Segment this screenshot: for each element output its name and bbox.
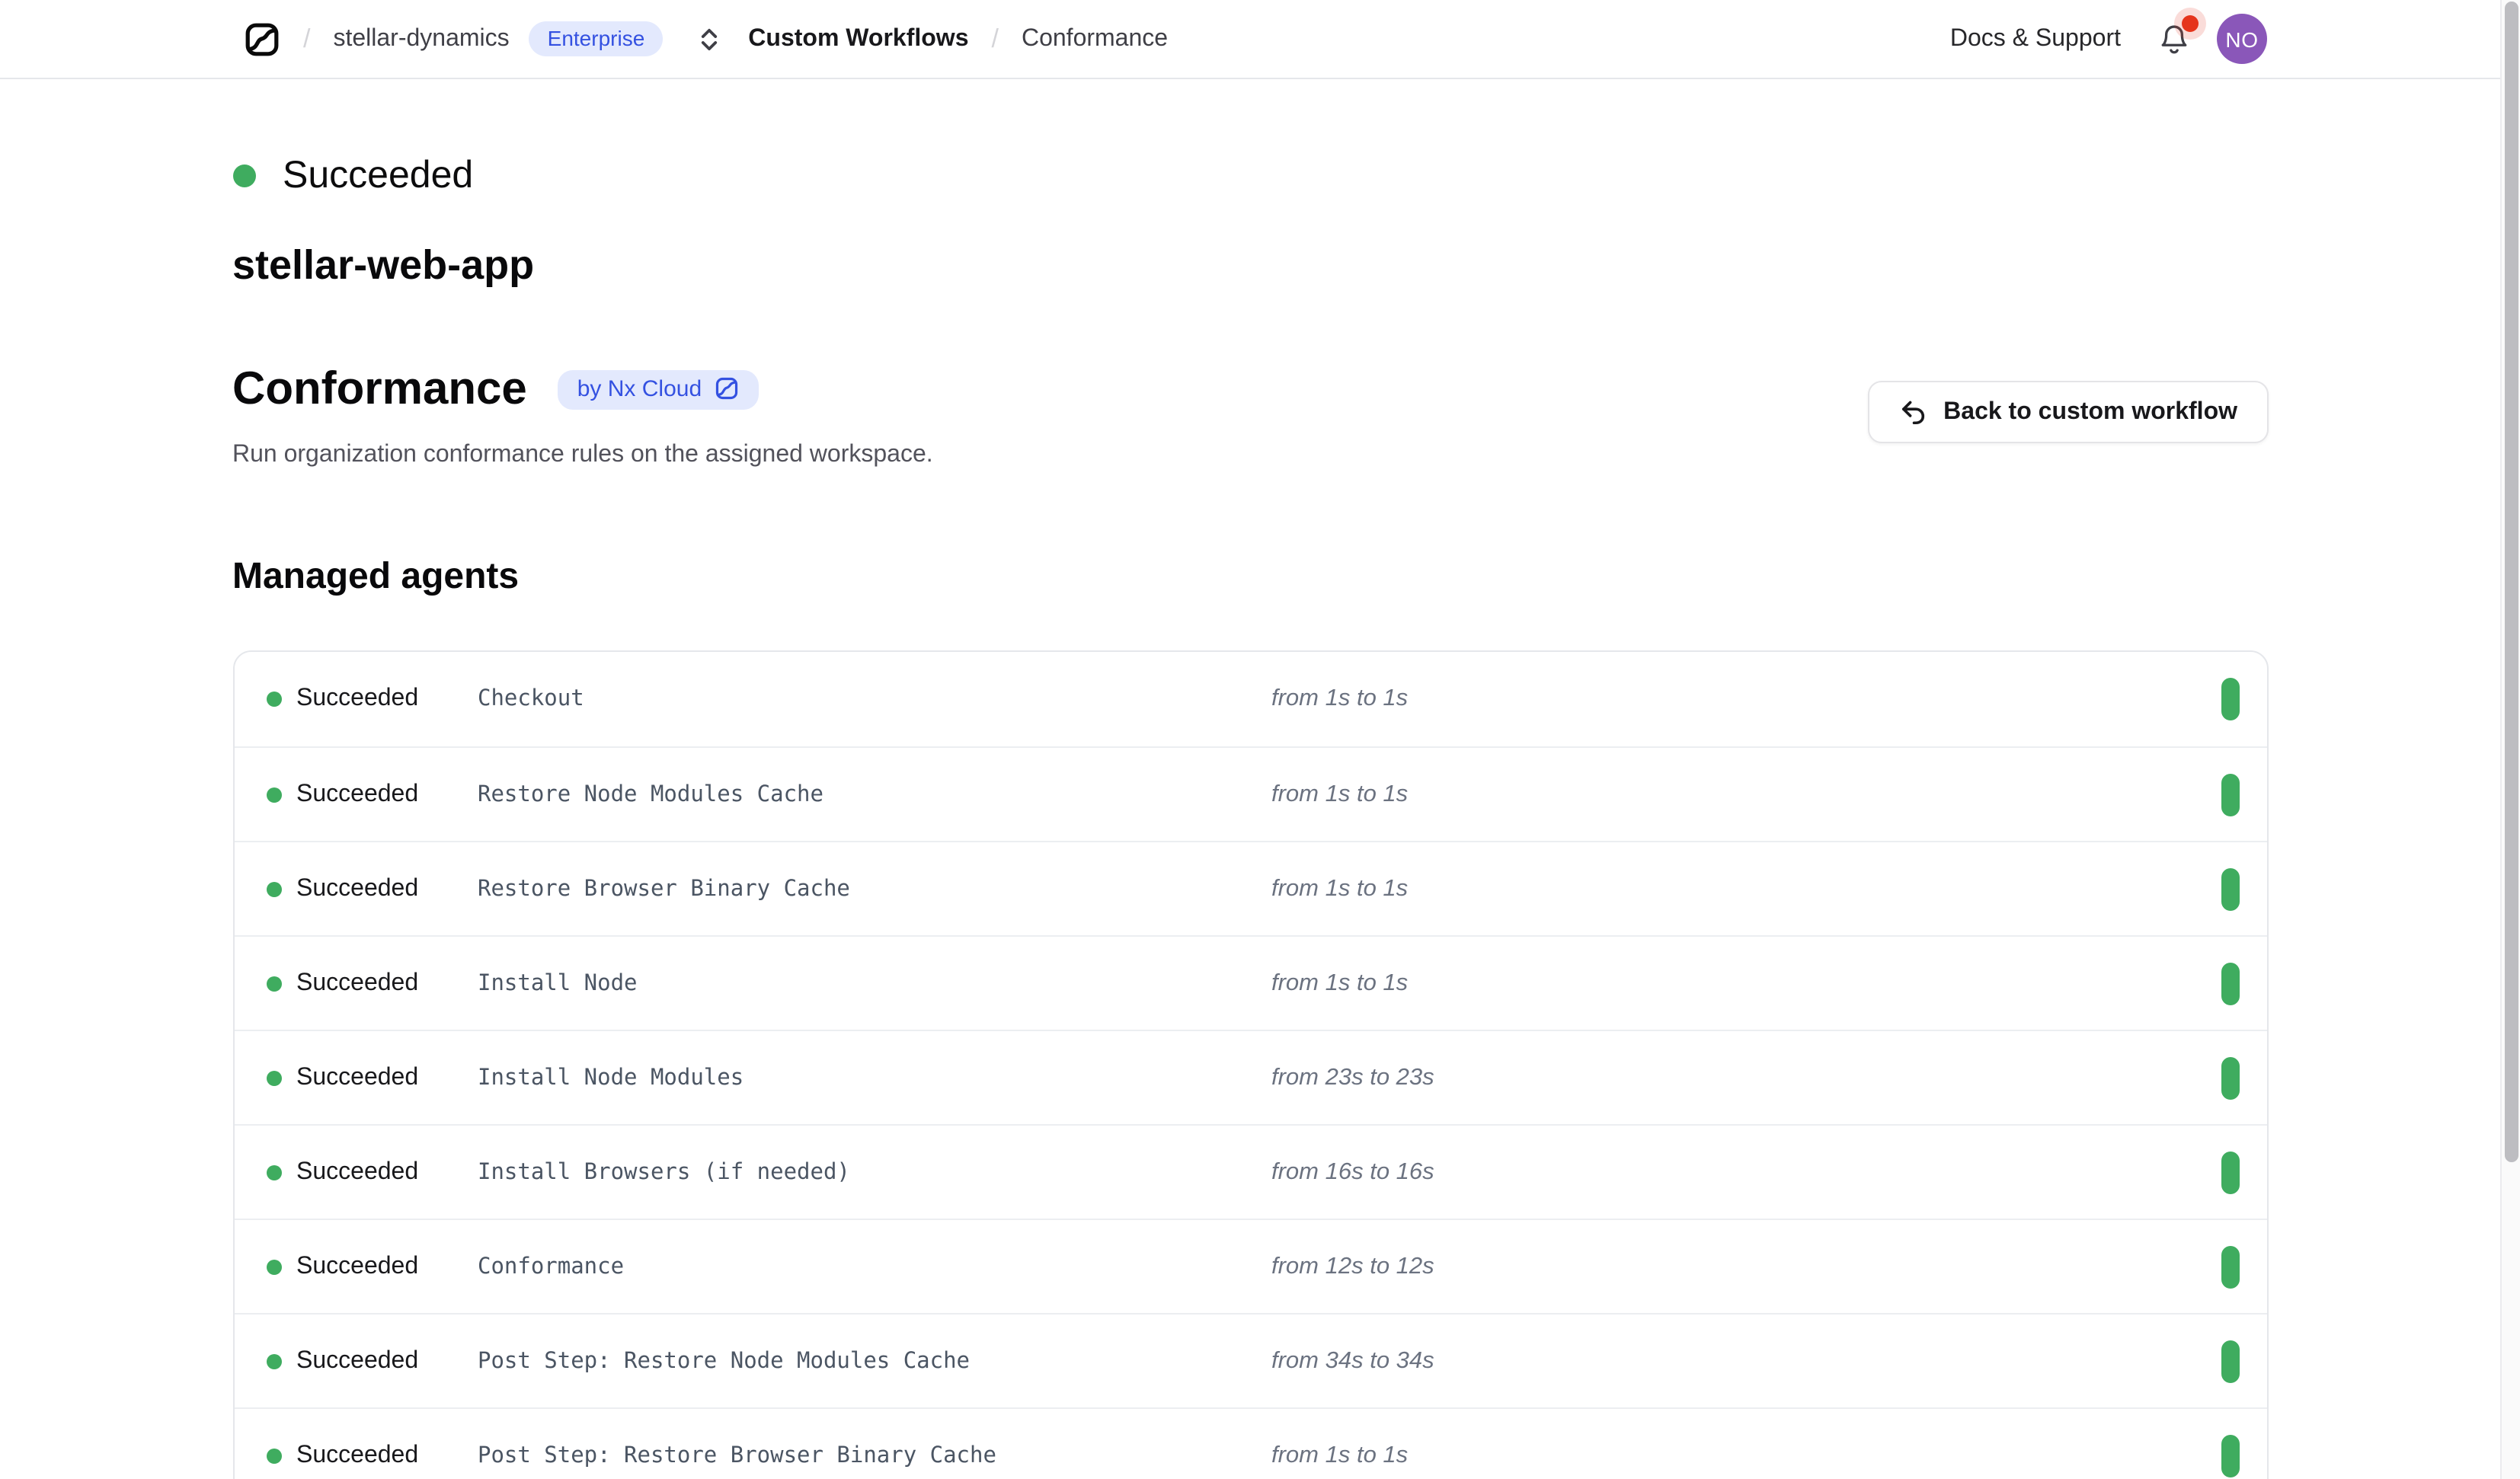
run-status-label: Succeeded: [283, 153, 473, 197]
step-name: Install Node Modules: [478, 1065, 1271, 1090]
step-duration: from 1s to 1s: [1271, 1442, 2221, 1469]
step-duration: from 1s to 1s: [1271, 781, 2221, 808]
step-duration: from 23s to 23s: [1271, 1064, 2221, 1091]
breadcrumb-org-link[interactable]: stellar-dynamics: [333, 25, 509, 53]
step-name: Install Node: [478, 971, 1271, 995]
breadcrumb-separator: /: [303, 24, 310, 54]
step-duration: from 12s to 12s: [1271, 1253, 2221, 1280]
main-content: Succeeded stellar-web-app Conformance by…: [0, 79, 2500, 1479]
step-status: Succeeded: [266, 1158, 478, 1186]
step-status-label: Succeeded: [296, 1347, 418, 1375]
step-status-label: Succeeded: [296, 1442, 418, 1469]
notification-badge-dot: [2182, 14, 2199, 31]
step-status-label: Succeeded: [296, 781, 418, 808]
step-timeline-bar: [2221, 1340, 2239, 1382]
step-status-label: Succeeded: [296, 1064, 418, 1091]
top-navbar: / stellar-dynamics Enterprise Custom Wor…: [0, 0, 2500, 79]
step-status: Succeeded: [266, 685, 478, 713]
navbar-actions: Docs & Support NO: [1950, 14, 2267, 64]
step-timeline-bar: [2221, 1056, 2239, 1099]
step-name: Restore Browser Binary Cache: [478, 877, 1271, 901]
success-dot-icon: [266, 1448, 281, 1463]
step-timeline-bar: [2221, 1245, 2239, 1288]
agent-step-row[interactable]: Succeeded Post Step: Restore Node Module…: [234, 1313, 2266, 1407]
step-duration: from 1s to 1s: [1271, 875, 2221, 902]
step-name: Post Step: Restore Node Modules Cache: [478, 1349, 1271, 1373]
workspace-switcher-chevrons-icon[interactable]: [698, 24, 721, 54]
step-name: Restore Node Modules Cache: [478, 782, 1271, 807]
nx-badge-label: by Nx Cloud: [577, 375, 702, 401]
step-status: Succeeded: [266, 1442, 478, 1469]
step-timeline-bar: [2221, 962, 2239, 1005]
step-status-label: Succeeded: [296, 1253, 418, 1280]
step-name: Conformance: [478, 1254, 1271, 1279]
agent-step-row[interactable]: Succeeded Install Node from 1s to 1s: [234, 935, 2266, 1030]
step-status: Succeeded: [266, 1064, 478, 1091]
breadcrumb-custom-workflows-link[interactable]: Custom Workflows: [748, 25, 968, 53]
success-dot-icon: [266, 1259, 281, 1274]
step-name: Checkout: [478, 687, 1271, 711]
back-button-label: Back to custom workflow: [1943, 398, 2237, 426]
success-dot-icon: [266, 881, 281, 896]
app-viewport: / stellar-dynamics Enterprise Custom Wor…: [0, 0, 2520, 1479]
success-dot-icon: [266, 692, 281, 707]
step-name: Post Step: Restore Browser Binary Cache: [478, 1443, 1271, 1468]
breadcrumb-separator: /: [992, 24, 999, 54]
success-dot-icon: [266, 1070, 281, 1085]
managed-agents-heading: Managed agents: [232, 554, 2268, 599]
agent-step-row[interactable]: Succeeded Restore Browser Binary Cache f…: [234, 841, 2266, 935]
notifications-button[interactable]: [2157, 21, 2191, 57]
managed-agents-list: Succeeded Checkout from 1s to 1s Succeed…: [232, 650, 2268, 1479]
step-timeline-bar: [2221, 773, 2239, 816]
back-to-custom-workflow-button[interactable]: Back to custom workflow: [1867, 381, 2268, 443]
step-duration: from 34s to 34s: [1271, 1347, 2221, 1375]
step-status-label: Succeeded: [296, 875, 418, 902]
step-timeline-bar: [2221, 1151, 2239, 1193]
agent-step-row[interactable]: Succeeded Conformance from 12s to 12s: [234, 1219, 2266, 1313]
step-timeline-bar: [2221, 678, 2239, 720]
nx-cloud-logo-icon: [714, 376, 738, 401]
success-dot-icon: [266, 787, 281, 802]
step-status: Succeeded: [266, 1347, 478, 1375]
agent-step-row[interactable]: Succeeded Install Node Modules from 23s …: [234, 1030, 2266, 1124]
agent-step-row[interactable]: Succeeded Install Browsers (if needed) f…: [234, 1124, 2266, 1219]
workflow-title: Conformance: [232, 361, 527, 417]
breadcrumb: / stellar-dynamics Enterprise Custom Wor…: [244, 21, 1168, 57]
step-status-label: Succeeded: [296, 685, 418, 713]
step-timeline-bar: [2221, 867, 2239, 910]
nx-cloud-logo[interactable]: [244, 21, 280, 57]
page-scrollbar-thumb[interactable]: [2504, 2, 2518, 1162]
success-dot-icon: [232, 164, 255, 187]
breadcrumb-current-page: Conformance: [1022, 25, 1168, 53]
step-status-label: Succeeded: [296, 969, 418, 997]
step-status: Succeeded: [266, 875, 478, 902]
step-status: Succeeded: [266, 781, 478, 808]
agent-step-row[interactable]: Succeeded Checkout from 1s to 1s: [234, 652, 2266, 746]
success-dot-icon: [266, 976, 281, 991]
page-scrollbar-track: [2500, 0, 2520, 1479]
back-arrow-icon: [1898, 398, 1927, 426]
by-nx-cloud-badge[interactable]: by Nx Cloud: [558, 369, 758, 409]
agent-step-row[interactable]: Succeeded Post Step: Restore Browser Bin…: [234, 1407, 2266, 1479]
success-dot-icon: [266, 1164, 281, 1180]
docs-support-link[interactable]: Docs & Support: [1950, 25, 2121, 53]
step-status: Succeeded: [266, 1253, 478, 1280]
user-avatar[interactable]: NO: [2217, 14, 2267, 64]
agent-step-row[interactable]: Succeeded Restore Node Modules Cache fro…: [234, 746, 2266, 841]
step-status-label: Succeeded: [296, 1158, 418, 1186]
step-duration: from 1s to 1s: [1271, 685, 2221, 713]
step-timeline-bar: [2221, 1434, 2239, 1477]
step-duration: from 1s to 1s: [1271, 969, 2221, 997]
workflow-description: Run organization conformance rules on th…: [232, 437, 1867, 472]
step-duration: from 16s to 16s: [1271, 1158, 2221, 1186]
run-status: Succeeded: [232, 152, 2268, 198]
success-dot-icon: [266, 1353, 281, 1369]
workspace-title: stellar-web-app: [232, 241, 2268, 291]
step-name: Install Browsers (if needed): [478, 1160, 1271, 1184]
plan-badge: Enterprise: [529, 21, 664, 56]
step-status: Succeeded: [266, 969, 478, 997]
